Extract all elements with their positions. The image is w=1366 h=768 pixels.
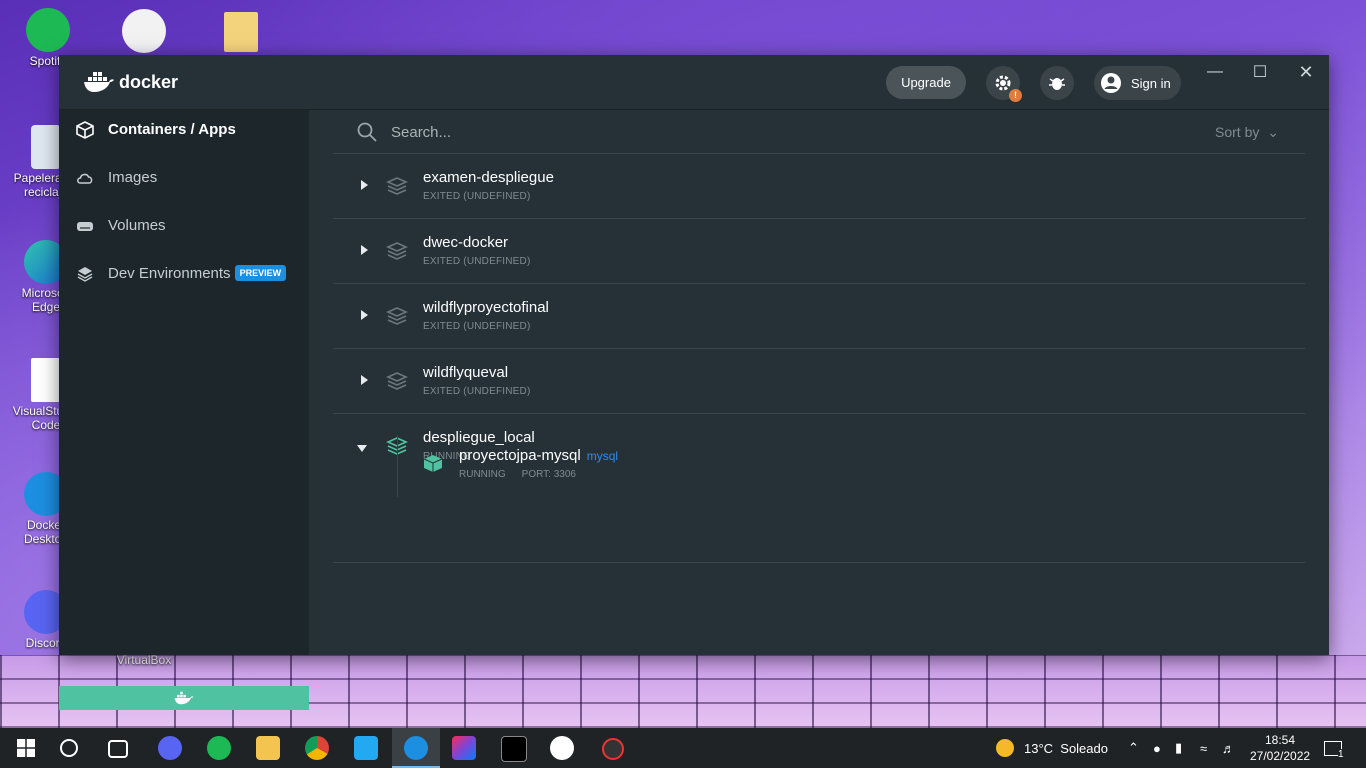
title-bar: docker Upgrade ! Sign in — ☐ ✕ [59, 55, 1329, 110]
search-input[interactable] [389, 120, 993, 144]
search-icon[interactable] [60, 739, 78, 757]
terminal-icon[interactable] [501, 736, 527, 762]
clock[interactable]: 18:54 27/02/2022 [1250, 732, 1310, 764]
app-row[interactable]: dwec-docker EXITED (UNDEFINED) [333, 219, 1305, 284]
sidebar-item-label: Volumes [108, 217, 166, 234]
app-status: EXITED (UNDEFINED) [423, 256, 531, 267]
chrome-icon[interactable] [305, 736, 329, 760]
docker-icon[interactable] [404, 736, 428, 760]
sun-icon [996, 739, 1014, 757]
spotify-icon [26, 8, 70, 52]
desktop-icon-face[interactable] [122, 9, 166, 53]
maximize-button[interactable]: ☐ [1247, 61, 1273, 83]
app-status: EXITED (UNDEFINED) [423, 191, 531, 202]
sidebar: Containers / Apps Images Volumes Dev Env… [59, 110, 309, 710]
notification-count: 1 [1338, 748, 1344, 760]
expand-chevron-icon[interactable] [361, 180, 368, 190]
clock-time: 18:54 [1264, 733, 1296, 747]
search-bar: Sort by ⌄ [333, 110, 1305, 154]
container-status: RUNNING [459, 469, 506, 480]
container-port: PORT: 3306 [521, 469, 576, 480]
expand-chevron-icon[interactable] [361, 310, 368, 320]
sidebar-item-containers[interactable]: Containers / Apps [59, 110, 309, 150]
task-view-icon[interactable] [108, 740, 128, 758]
clock-date: 27/02/2022 [1250, 749, 1311, 763]
app-name: dwec-docker [423, 234, 509, 251]
docker-desktop-window: docker Upgrade ! Sign in — ☐ ✕ Container… [59, 55, 1329, 710]
tray-chevron-up-icon[interactable]: ⌃ [1128, 728, 1139, 768]
sort-by-label: Sort by [1215, 124, 1260, 140]
volume-icon [77, 222, 93, 231]
wifi-icon[interactable]: ≈ [1200, 728, 1207, 768]
app-stack-icon [386, 307, 408, 325]
app-name: wildflyqueval [423, 364, 509, 381]
settings-warning-badge: ! [1009, 89, 1022, 102]
sign-in-button[interactable]: Sign in [1094, 66, 1181, 100]
desktop-icon-virtualbox[interactable]: VirtualBox [108, 653, 180, 667]
taskbar: 13°C Soleado ⌃ ● ▮ ≈ ♬ 18:54 27/02/2022 … [0, 728, 1366, 768]
container-name: proyectojpa-mysql [459, 447, 581, 464]
chevron-down-icon: ⌄ [1267, 124, 1279, 140]
file-explorer-icon[interactable] [256, 736, 280, 760]
bug-icon [1049, 78, 1065, 90]
troubleshoot-button[interactable] [1040, 66, 1074, 100]
sign-in-label: Sign in [1131, 75, 1171, 91]
app-status: EXITED (UNDEFINED) [423, 321, 531, 332]
weather-widget[interactable]: 13°C Soleado [996, 728, 1108, 768]
search-icon [357, 122, 377, 142]
docker-logo: docker [83, 71, 178, 93]
docker-whale-icon [174, 691, 194, 705]
engine-status-bar[interactable] [59, 686, 309, 710]
collapse-chevron-icon[interactable] [357, 445, 367, 452]
close-button[interactable]: ✕ [1293, 61, 1319, 83]
minimize-button[interactable]: — [1202, 61, 1228, 83]
container-cube-icon [423, 455, 443, 472]
docker-whale-icon [84, 72, 114, 92]
preview-badge: PREVIEW [234, 265, 287, 281]
spotify-icon[interactable] [207, 736, 231, 760]
battery-icon[interactable]: ▮ [1175, 728, 1182, 768]
intellij-icon[interactable] [452, 736, 476, 760]
app-row[interactable]: wildflyproyectofinal EXITED (UNDEFINED) [333, 284, 1305, 349]
sort-by-dropdown[interactable]: Sort by ⌄ [1215, 124, 1279, 141]
main-panel: Sort by ⌄ examen-despliegue EXITED (UNDE… [309, 110, 1329, 655]
app-stack-icon [386, 372, 408, 390]
vscode-icon[interactable] [354, 736, 378, 760]
app-stack-icon [386, 177, 408, 195]
discord-icon[interactable] [158, 736, 182, 760]
app-name: wildflyproyectofinal [423, 299, 549, 316]
user-icon [1101, 73, 1121, 93]
file-icon [31, 358, 61, 402]
obs-icon[interactable] [602, 738, 624, 760]
windows-start-icon[interactable] [17, 739, 35, 757]
settings-button[interactable]: ! [986, 66, 1022, 102]
app-row[interactable]: examen-despliegue EXITED (UNDEFINED) [333, 154, 1305, 219]
sidebar-item-label: Images [108, 169, 158, 186]
containers-icon [76, 121, 94, 139]
desktop-icon-folder[interactable] [224, 12, 258, 52]
notifications-button[interactable]: 1 [1324, 728, 1344, 768]
weather-text: 13°C Soleado [1024, 740, 1108, 756]
microphone-icon[interactable]: ● [1153, 728, 1161, 768]
upgrade-button[interactable]: Upgrade [886, 66, 966, 99]
recycle-bin-icon [31, 125, 61, 169]
app-status: EXITED (UNDEFINED) [423, 386, 531, 397]
app-name: docker [119, 71, 179, 92]
eclipse-icon[interactable] [550, 736, 574, 760]
expand-chevron-icon[interactable] [361, 375, 368, 385]
container-row[interactable]: proyectojpa-mysql mysql RUNNING PORT: 3306 [397, 435, 698, 497]
volume-icon[interactable]: ♬ [1222, 728, 1235, 768]
container-image-link[interactable]: mysql [587, 449, 618, 463]
app-row[interactable]: wildflyqueval EXITED (UNDEFINED) [333, 349, 1305, 414]
dev-env-icon [77, 267, 93, 282]
sidebar-item-volumes[interactable]: Volumes [59, 206, 309, 246]
sidebar-item-label: Dev Environments [108, 265, 231, 282]
expand-chevron-icon[interactable] [361, 245, 368, 255]
sidebar-item-label: Containers / Apps [108, 121, 236, 138]
app-name: examen-despliegue [423, 169, 554, 186]
sidebar-item-dev-environments[interactable]: Dev Environments PREVIEW [59, 254, 309, 294]
app-stack-icon [386, 242, 408, 260]
sidebar-item-images[interactable]: Images [59, 158, 309, 198]
cloud-icon [77, 173, 93, 184]
